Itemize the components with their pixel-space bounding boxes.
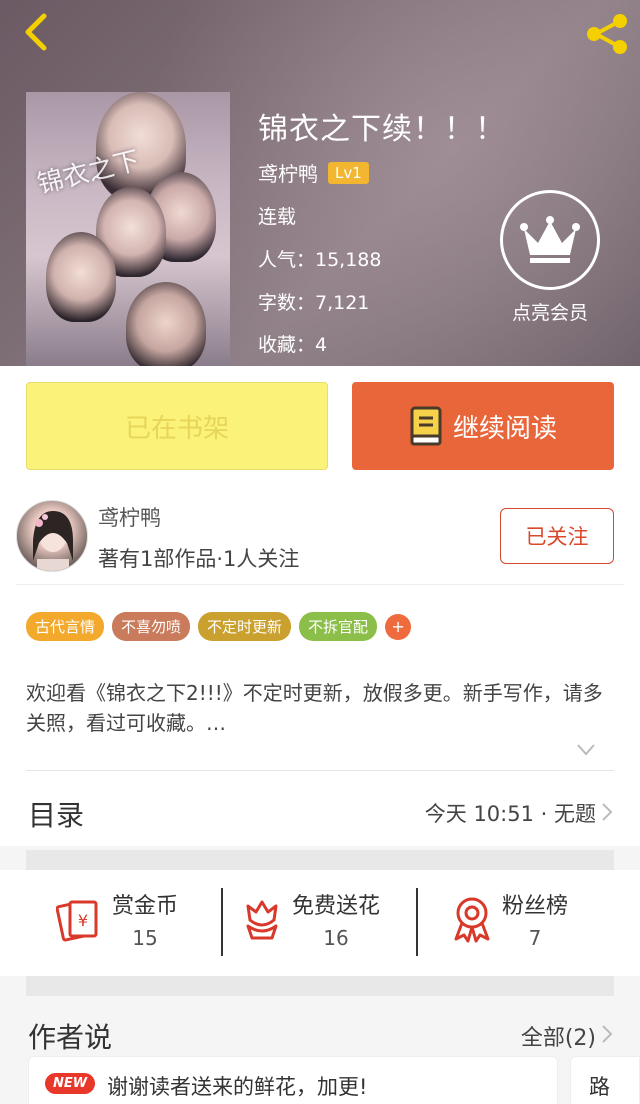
flowers-label: 免费送花	[292, 894, 381, 919]
tag-item[interactable]: 古代言情	[26, 612, 105, 641]
author-row: 鸢柠鸭 Lv1	[258, 158, 369, 187]
tag-item[interactable]: 不拆官配	[299, 612, 378, 641]
section-spacer	[26, 850, 614, 870]
followed-button[interactable]: 已关注	[500, 508, 614, 564]
avatar[interactable]	[16, 500, 88, 572]
author-note-text: 谢谢读者送来的鲜花，加更!	[107, 1075, 368, 1099]
book-status: 连载	[258, 206, 297, 228]
add-tag-button[interactable]: +	[385, 613, 412, 640]
vip-label: 点亮会员	[511, 302, 588, 324]
fans-value: 7	[528, 926, 542, 950]
in-shelf-label: 已在书架	[124, 413, 229, 444]
book-favorites: 收藏：4	[258, 334, 328, 356]
latest-chapter[interactable]: 今天 10:51 · 无题	[425, 798, 596, 828]
crown-icon	[520, 216, 580, 263]
continue-reading-button[interactable]: 继续阅读	[352, 382, 614, 470]
reward-value: 15	[132, 926, 158, 950]
toc-title[interactable]: 目录	[28, 794, 84, 834]
book-icon	[410, 406, 442, 446]
interaction-stats: ¥ 赏金币 15 免费送花 16 粉丝榜 7	[0, 870, 640, 976]
reward-label: 赏金币	[112, 894, 179, 919]
author-note-card[interactable]: NEW 谢谢读者送来的鲜花，加更!	[28, 1056, 558, 1104]
vip-button[interactable]	[500, 190, 600, 290]
chevron-left-icon	[25, 13, 47, 51]
synopsis: 欢迎看《锦衣之下2!!!》不定时更新，放假多更。新手写作，请多关照，看过可收藏。…	[26, 681, 603, 735]
continue-reading-label: 继续阅读	[452, 413, 557, 444]
section-spacer	[26, 976, 614, 996]
followed-label: 已关注	[525, 525, 589, 549]
author-stats: 著有1部作品·1人关注	[98, 547, 300, 571]
tag-item[interactable]: 不喜勿喷	[112, 612, 191, 641]
book-author[interactable]: 鸢柠鸭	[258, 158, 318, 187]
book-popularity: 人气：15,188	[258, 249, 382, 271]
new-badge: NEW	[45, 1073, 96, 1094]
free-flowers-button[interactable]: 免费送花 16	[242, 888, 380, 950]
book-header: 锦衣之下 锦衣之下续！！！ 鸢柠鸭 Lv1 连载 人气：15,188 字数：7,…	[0, 0, 640, 366]
flower-icon	[246, 900, 278, 940]
tag-item[interactable]: 不定时更新	[198, 612, 292, 641]
author-note-card[interactable]: 路	[570, 1056, 640, 1104]
flowers-value: 16	[323, 926, 349, 950]
medal-icon	[454, 897, 490, 943]
tag-list: 古代言情 不喜勿喷 不定时更新 不拆官配 +	[26, 612, 412, 641]
level-badge: Lv1	[328, 161, 369, 184]
svg-text:¥: ¥	[78, 911, 88, 930]
divider	[26, 770, 614, 771]
avatar-image	[33, 511, 73, 571]
share-icon	[587, 14, 627, 54]
author-note-text: 路	[589, 1075, 610, 1099]
in-shelf-button[interactable]: 已在书架	[26, 382, 328, 470]
author-name[interactable]: 鸢柠鸭	[98, 502, 161, 532]
divider	[416, 888, 418, 956]
share-button[interactable]	[584, 12, 630, 56]
back-button[interactable]	[14, 10, 58, 54]
all-notes-link[interactable]: 全部(2)	[521, 1020, 596, 1052]
chevron-right-icon[interactable]	[600, 1023, 614, 1045]
author-notes-title: 作者说	[28, 1021, 113, 1054]
reward-coins-button[interactable]: ¥ 赏金币 15	[56, 888, 178, 950]
chevron-right-icon[interactable]	[600, 801, 614, 823]
divider	[16, 584, 624, 585]
book-cover[interactable]: 锦衣之下	[26, 92, 230, 366]
book-title: 锦衣之下续！！！	[258, 112, 506, 147]
book-word-count: 字数：7,121	[258, 292, 370, 314]
fans-label: 粉丝榜	[502, 894, 569, 919]
red-envelope-icon: ¥	[56, 900, 98, 942]
chevron-down-icon[interactable]	[576, 742, 596, 758]
fans-ranking-button[interactable]: 粉丝榜 7	[452, 888, 568, 950]
divider	[221, 888, 223, 956]
